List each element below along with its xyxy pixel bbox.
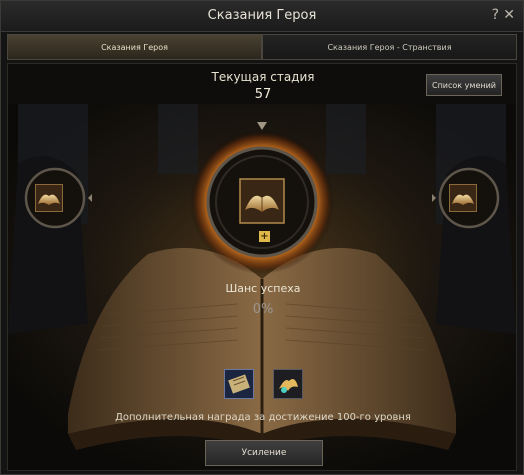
skill-list-button[interactable]: Список умений xyxy=(426,74,502,96)
upgrade-button[interactable]: Усиление xyxy=(205,440,323,466)
main-panel: + Текущая стадия 57 Список умений Шанс у… xyxy=(7,63,517,471)
success-chance-value: 0% xyxy=(252,302,274,317)
bonus-reward-text: Дополнительная награда за достижение 100… xyxy=(115,412,411,423)
tab-hero-tales[interactable]: Сказания Героя xyxy=(7,34,262,60)
gem-icon[interactable] xyxy=(273,369,303,399)
close-icon[interactable]: ✕ xyxy=(503,7,515,23)
book-icon[interactable] xyxy=(35,184,63,212)
success-chance-label: Шанс успеха xyxy=(225,282,301,295)
book-icon[interactable] xyxy=(239,178,285,224)
hero-tales-window: Сказания Героя ? ✕ Сказания Героя Сказан… xyxy=(0,0,524,475)
book-icon[interactable] xyxy=(449,184,477,212)
title-bar: Сказания Героя ? ✕ xyxy=(1,1,523,32)
scroll-icon[interactable] xyxy=(224,369,254,399)
tab-hero-tales-wanderings[interactable]: Сказания Героя - Странствия xyxy=(262,34,517,60)
help-icon[interactable]: ? xyxy=(492,7,499,23)
window-title: Сказания Героя xyxy=(207,8,317,23)
tab-bar: Сказания Героя Сказания Героя - Странств… xyxy=(7,34,517,60)
add-material-button[interactable]: + xyxy=(259,231,270,242)
